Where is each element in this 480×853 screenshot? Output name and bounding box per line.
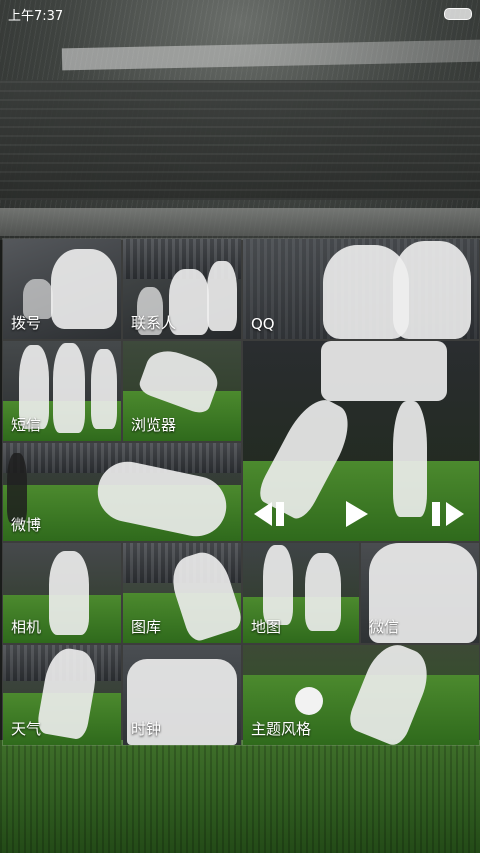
tile-label-contacts: 联系人 bbox=[131, 314, 177, 332]
tile-label-browser: 浏览器 bbox=[131, 416, 177, 434]
tile-map[interactable]: 地图 bbox=[242, 542, 360, 644]
tile-clock[interactable]: 时钟 bbox=[122, 644, 242, 746]
player-figure bbox=[51, 249, 117, 329]
player-figure bbox=[7, 453, 27, 523]
wallpaper-rail bbox=[0, 208, 480, 236]
tile-label-gallery: 图库 bbox=[131, 618, 162, 636]
tile-label-dialer: 拨号 bbox=[11, 314, 42, 332]
tile-photo bbox=[243, 239, 479, 339]
tile-sms[interactable]: 短信 bbox=[2, 340, 122, 442]
tile-weibo[interactable]: 微博 bbox=[2, 442, 242, 542]
status-time: 上午7:37 bbox=[8, 9, 64, 24]
wallpaper-stadium bbox=[0, 0, 480, 240]
tile-label-weather: 天气 bbox=[11, 720, 42, 738]
wallpaper-grass bbox=[0, 740, 480, 853]
player-figure bbox=[207, 261, 237, 331]
wallpaper-seats bbox=[0, 80, 480, 200]
tile-label-camera: 相机 bbox=[11, 618, 42, 636]
player-figure bbox=[305, 553, 341, 631]
tile-weather[interactable]: 天气 bbox=[2, 644, 122, 746]
wallpaper-banner bbox=[61, 39, 480, 71]
tile-label-wechat: 微信 bbox=[369, 618, 400, 636]
tile-browser[interactable]: 浏览器 bbox=[122, 340, 242, 442]
player-figure bbox=[263, 545, 293, 625]
previous-icon[interactable] bbox=[252, 498, 290, 530]
player-figure bbox=[53, 343, 85, 433]
tile-label-weibo: 微博 bbox=[11, 516, 42, 534]
player-figure bbox=[321, 341, 447, 401]
player-figure bbox=[91, 349, 117, 429]
football bbox=[295, 687, 323, 715]
play-icon[interactable] bbox=[344, 498, 370, 530]
tile-label-qq: QQ bbox=[251, 315, 275, 333]
tile-label-clock: 时钟 bbox=[131, 720, 162, 738]
player-figure bbox=[49, 551, 89, 635]
tile-wechat[interactable]: 微信 bbox=[360, 542, 480, 644]
tile-qq[interactable]: QQ bbox=[242, 238, 480, 340]
tile-gallery[interactable]: 图库 bbox=[122, 542, 242, 644]
tile-dialer[interactable]: 拨号 bbox=[2, 238, 122, 340]
tile-label-map: 地图 bbox=[251, 618, 282, 636]
status-bar: 上午7:37 bbox=[0, 0, 480, 26]
tile-contacts[interactable]: 联系人 bbox=[122, 238, 242, 340]
player-figure bbox=[393, 241, 471, 339]
media-controls bbox=[252, 498, 470, 530]
tile-label-sms: 短信 bbox=[11, 416, 42, 434]
tile-themes[interactable]: 主题风格 bbox=[242, 644, 480, 746]
next-icon[interactable] bbox=[430, 498, 468, 530]
tile-label-themes: 主题风格 bbox=[251, 720, 312, 738]
tile-camera[interactable]: 相机 bbox=[2, 542, 122, 644]
battery-icon bbox=[444, 8, 472, 20]
